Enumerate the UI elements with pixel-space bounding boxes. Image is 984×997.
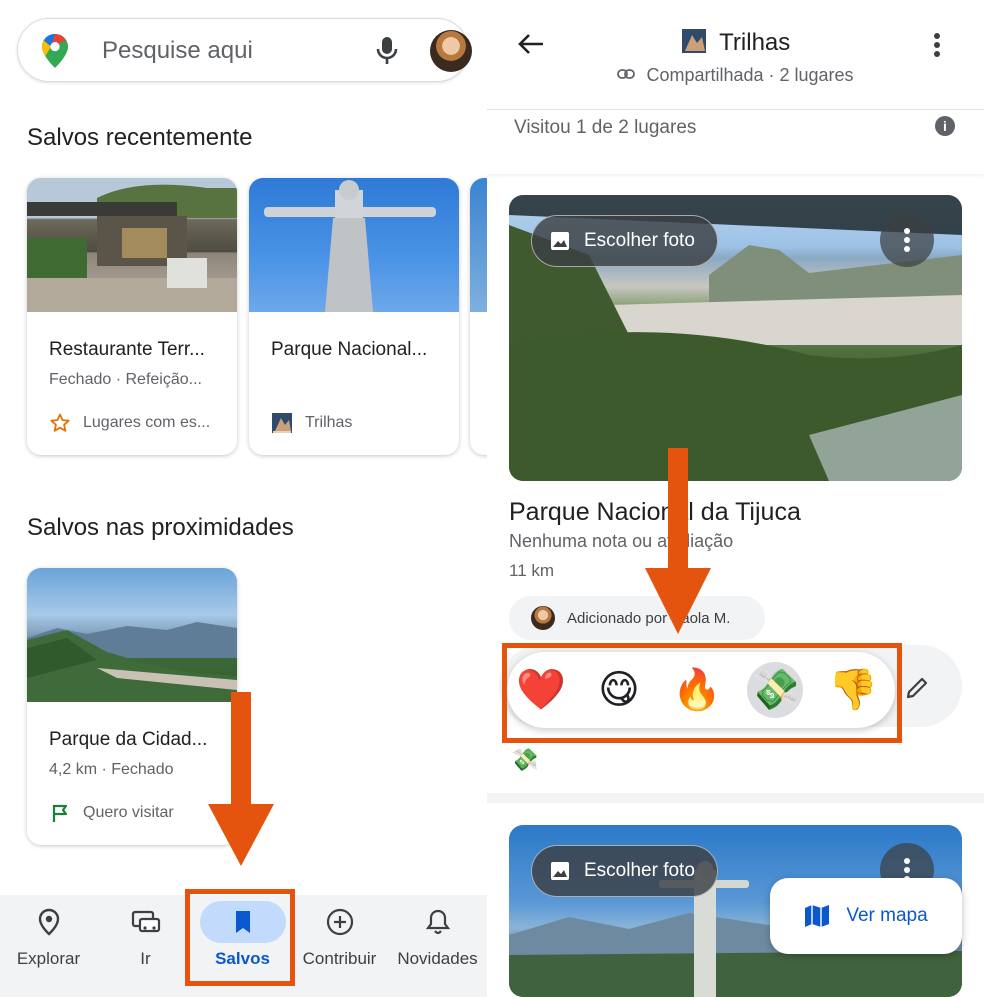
highlight-box-reactions — [502, 643, 902, 743]
added-by-chip: Adicionado por Paola M. — [509, 596, 765, 640]
nav-item-novidades[interactable]: Novidades — [388, 895, 487, 997]
search-bar[interactable]: Pesquise aqui — [17, 18, 472, 82]
star-icon — [50, 413, 70, 432]
add-circle-icon — [326, 908, 353, 936]
choose-photo-label: Escolher foto — [584, 230, 695, 251]
place-meta: 4,2 km · Fechado — [49, 761, 174, 778]
car-icon — [131, 910, 160, 933]
recent-saved-title: Salvos recentemente — [27, 124, 253, 151]
more-vert-icon[interactable] — [933, 32, 941, 58]
more-vert-icon — [904, 228, 910, 252]
list-name: Trilhas — [305, 414, 353, 431]
pencil-icon[interactable] — [903, 674, 931, 702]
list-name: Quero visitar — [83, 804, 174, 821]
search-input[interactable]: Pesquise aqui — [102, 37, 253, 65]
saved-screen: Pesquise aqui Salvos recentemente Restau… — [0, 0, 487, 997]
parque-cidade-photo — [27, 568, 237, 702]
visited-text: Visitou 1 de 2 lugares — [514, 117, 697, 138]
place-photo — [470, 178, 487, 312]
trail-list-icon — [272, 413, 292, 433]
image-icon — [551, 862, 569, 880]
visited-progress: Visitou 1 de 2 lugares i — [487, 110, 984, 174]
choose-photo-button[interactable]: Escolher foto — [531, 215, 718, 267]
list-subtitle: Compartilhada · 2 lugares — [646, 65, 854, 85]
photo-more-button[interactable] — [880, 213, 934, 267]
profile-avatar[interactable] — [430, 30, 472, 72]
place-name: Parque da Cidad... — [49, 729, 208, 750]
microphone-icon[interactable] — [374, 36, 400, 66]
bell-icon — [425, 909, 450, 935]
list-chip: Quero visitar — [49, 802, 174, 824]
view-map-button[interactable]: Ver mapa — [770, 878, 962, 954]
google-maps-logo-icon — [42, 34, 68, 68]
list-chip: Trilhas — [271, 412, 352, 434]
place-name: Parque Nacional... — [271, 339, 428, 360]
place-name: Restaurante Terr... — [49, 339, 205, 360]
view-map-label: Ver mapa — [846, 905, 928, 926]
list-subtitle-row: Compartilhada · 2 lugares — [487, 65, 984, 86]
list-name: Lugares com es... — [83, 414, 211, 431]
place-distance: 11 km — [509, 561, 555, 580]
image-icon — [551, 232, 569, 250]
list-detail-screen: Trilhas Compartilhada · 2 lugares Visito… — [487, 0, 984, 997]
highlight-box-salvos — [185, 889, 295, 986]
nav-item-explorar[interactable]: Explorar — [0, 895, 97, 997]
list-title-row: Trilhas — [487, 28, 984, 57]
map-icon — [805, 905, 830, 927]
orange-arrow-down-icon — [208, 692, 274, 866]
list-chip: Lugares com es... — [49, 412, 210, 434]
selected-reaction: 💸 — [511, 748, 539, 773]
choose-photo-label: Escolher foto — [584, 860, 695, 881]
place-meta: Fechado · Refeição... — [49, 371, 202, 388]
link-icon — [617, 69, 636, 79]
saved-place-card-restaurant[interactable]: Restaurante Terr... Fechado · Refeição..… — [27, 178, 237, 455]
info-icon[interactable]: i — [935, 116, 955, 136]
list-title: Trilhas — [719, 29, 791, 56]
nav-item-contribuir[interactable]: Contribuir — [291, 895, 388, 997]
tijuca-place-photo[interactable]: Escolher foto — [509, 195, 962, 481]
nearby-saved-title: Salvos nas proximidades — [27, 514, 294, 541]
nav-label: Explorar — [16, 949, 81, 968]
nav-label: Novidades — [397, 949, 478, 968]
trail-list-icon — [681, 29, 706, 53]
cristo-redentor-photo — [249, 178, 459, 312]
choose-photo-button[interactable]: Escolher foto — [531, 845, 718, 897]
orange-arrow-down-icon — [645, 448, 711, 634]
flag-icon — [52, 804, 68, 822]
saved-place-card-tijuca[interactable]: Parque Nacional... Trilhas — [249, 178, 459, 455]
nav-label: Ir — [140, 949, 151, 968]
saved-place-card-partial[interactable] — [470, 178, 487, 455]
user-avatar — [531, 606, 555, 630]
nav-item-ir[interactable]: Ir — [97, 895, 194, 997]
location-pin-icon — [38, 908, 59, 936]
restaurant-photo — [27, 178, 237, 312]
divider — [487, 793, 984, 803]
nav-label: Contribuir — [302, 949, 377, 968]
list-header: Trilhas Compartilhada · 2 lugares — [487, 0, 984, 110]
